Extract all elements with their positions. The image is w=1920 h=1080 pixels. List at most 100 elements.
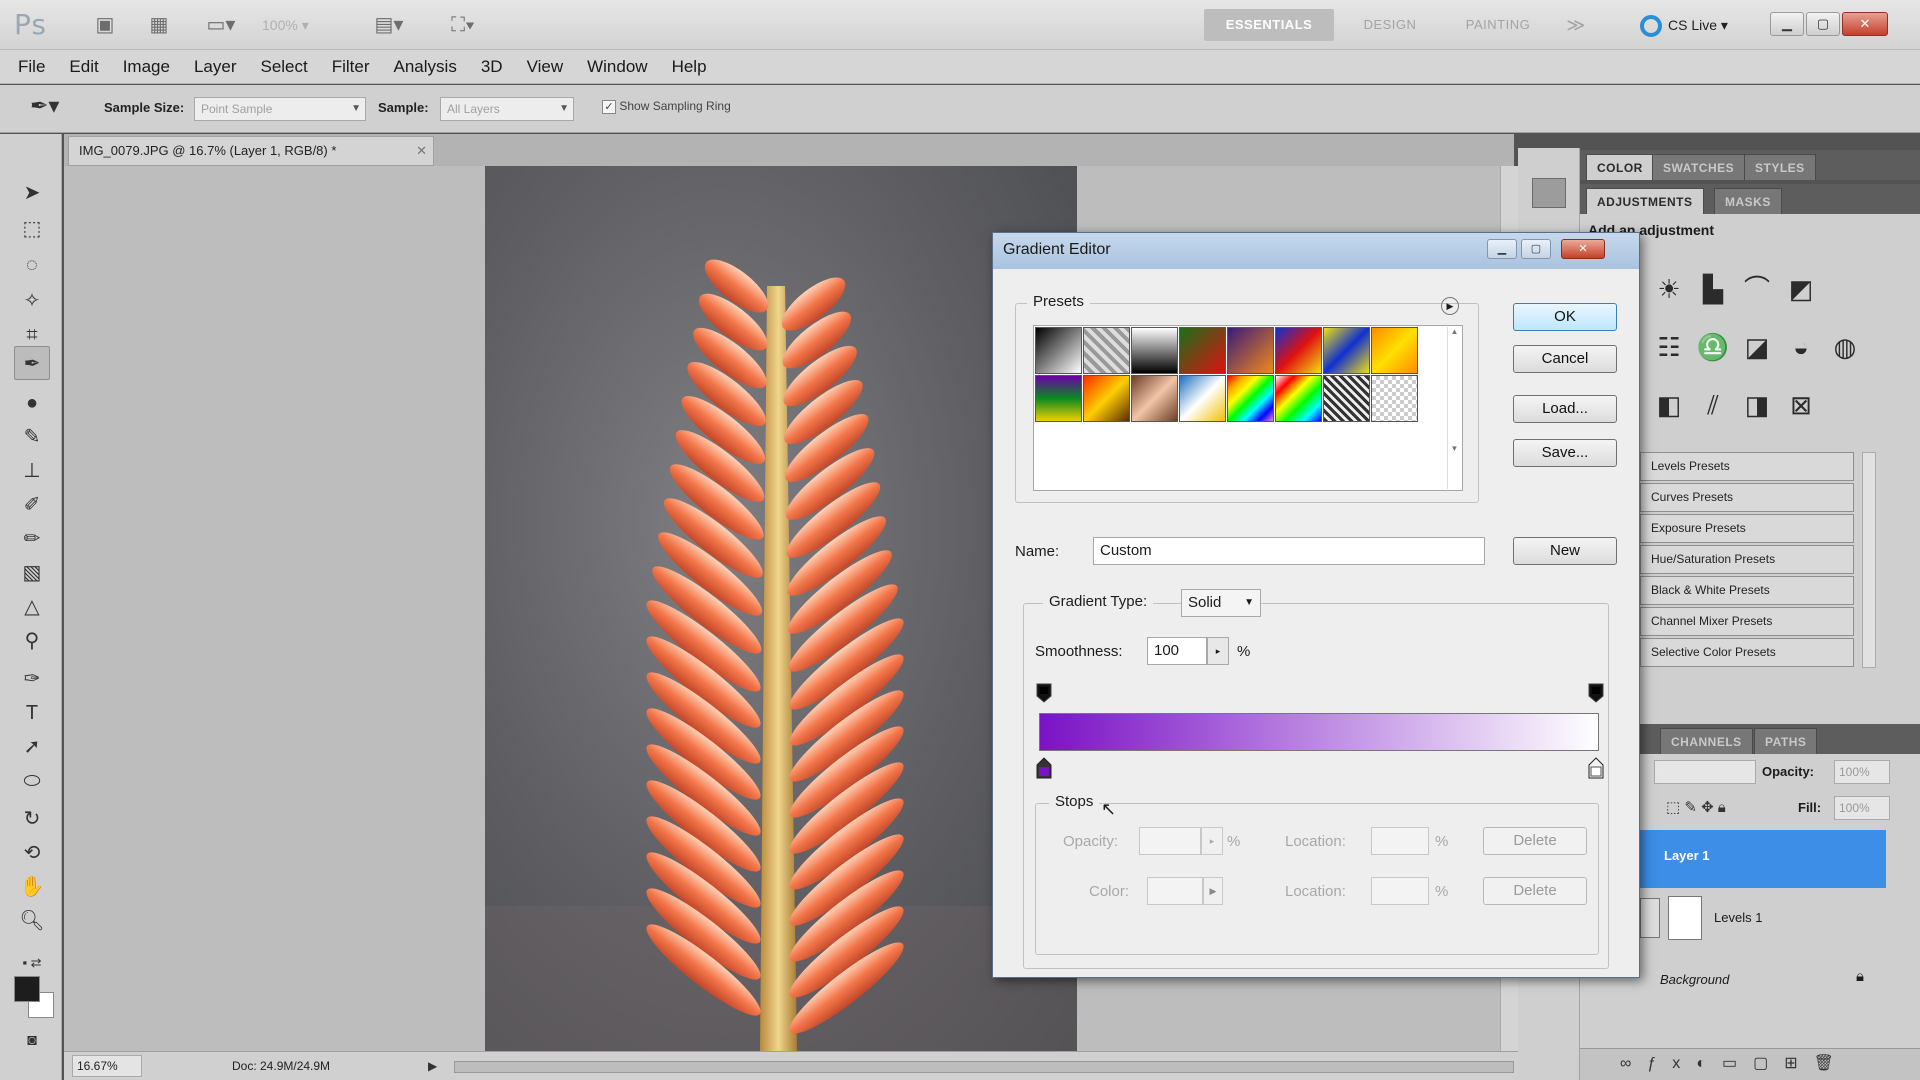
dialog-maximize-button[interactable]: ▢ (1521, 239, 1551, 259)
stop-opacity-field[interactable] (1139, 827, 1201, 855)
color-location-field[interactable] (1371, 877, 1429, 905)
preset-gradient-swatch[interactable] (1083, 375, 1130, 422)
menu-3d[interactable]: 3D (469, 50, 515, 84)
exposure-icon[interactable]: ◩ (1782, 270, 1820, 308)
dialog-close-button[interactable]: ✕ (1561, 239, 1605, 259)
presets-menu-icon[interactable]: ▶ (1441, 297, 1459, 315)
preset-gradient-swatch[interactable] (1275, 327, 1322, 374)
horizontal-scrollbar[interactable] (454, 1061, 1514, 1073)
layer-row-layer-1[interactable]: Layer 1 (1640, 830, 1886, 888)
smoothness-field[interactable]: 100 (1147, 637, 1207, 665)
menu-edit[interactable]: Edit (57, 50, 110, 84)
show-sampling-ring-option[interactable]: ✓ Show Sampling Ring (602, 99, 731, 114)
preset-gradient-swatch[interactable] (1035, 327, 1082, 374)
gradient-type-select[interactable]: Solid ▼ (1181, 589, 1261, 617)
tab-swatches[interactable]: SWATCHES (1652, 154, 1746, 180)
preset-gradient-swatch[interactable] (1179, 375, 1226, 422)
move-tool-icon[interactable]: ➤ (14, 176, 50, 210)
posterize-icon[interactable]: ⫽ (1694, 386, 1732, 424)
eraser-tool-icon[interactable]: ✏ (14, 522, 50, 556)
quick-selection-tool-icon[interactable]: ✧ (14, 284, 50, 318)
layer-row-levels-1[interactable]: Levels 1 (1640, 890, 1886, 948)
tab-styles[interactable]: STYLES (1744, 154, 1816, 180)
hue-saturation-icon[interactable]: ♎ (1694, 328, 1732, 366)
tab-color[interactable]: COLOR (1586, 154, 1654, 180)
preset-gradient-swatch[interactable] (1371, 375, 1418, 422)
show-sampling-ring-checkbox[interactable]: ✓ (602, 99, 616, 114)
vibrance-icon[interactable]: ☷ (1650, 328, 1688, 366)
gradient-tool-icon[interactable]: ▧ (14, 556, 50, 590)
brush-tool-icon[interactable]: ✎ (14, 420, 50, 454)
maximize-button[interactable]: ▢ (1806, 12, 1840, 36)
lasso-tool-icon[interactable]: ◌ (14, 248, 50, 282)
preset-gradient-swatch[interactable] (1323, 327, 1370, 374)
tab-paths[interactable]: PATHS (1754, 728, 1818, 754)
default-colors-icon[interactable]: ▪ ⇄ (14, 946, 50, 980)
zoom-percent-field[interactable]: 16.67% (72, 1055, 142, 1077)
workspace-design[interactable]: DESIGN (1348, 9, 1432, 41)
menu-help[interactable]: Help (660, 50, 719, 84)
sample-size-select[interactable]: Point Sample ▼ (194, 97, 366, 121)
blend-mode-select[interactable] (1654, 760, 1756, 784)
tab-masks[interactable]: MASKS (1714, 188, 1782, 214)
opacity-stop-right[interactable] (1588, 683, 1604, 703)
opacity-location-field[interactable] (1371, 827, 1429, 855)
preset-gradient-swatch[interactable] (1179, 327, 1226, 374)
preset-curves[interactable]: Curves Presets (1640, 483, 1854, 512)
dialog-minimize-button[interactable]: ▁ (1487, 239, 1517, 259)
lock-icons[interactable]: ⬚ ✎ ✥ 🔒︎ (1666, 798, 1726, 816)
workspace-painting[interactable]: PAINTING (1446, 9, 1550, 41)
zoom-level-select[interactable]: 100% ▾ (262, 13, 342, 37)
preset-hue-saturation[interactable]: Hue/Saturation Presets (1640, 545, 1854, 574)
pen-tool-icon[interactable]: ✑ (14, 662, 50, 696)
marquee-tool-icon[interactable]: ⬚ (14, 212, 50, 246)
minimize-button[interactable]: ▁ (1770, 12, 1804, 36)
fill-field[interactable]: 100% (1834, 796, 1890, 820)
path-selection-tool-icon[interactable]: ➚ (14, 730, 50, 764)
preset-gradient-swatch[interactable] (1371, 327, 1418, 374)
photo-canvas[interactable] (485, 166, 1077, 1051)
color-stop-left[interactable] (1036, 757, 1052, 779)
sample-select[interactable]: All Layers ▼ (440, 97, 574, 121)
status-menu-arrow-icon[interactable]: ▶ (428, 1052, 437, 1080)
smoothness-dropdown-icon[interactable]: ▸ (1207, 637, 1229, 665)
tab-channels[interactable]: CHANNELS (1660, 728, 1753, 754)
channel-mixer-icon[interactable]: ◍ (1826, 328, 1864, 366)
black-white-icon[interactable]: ◪ (1738, 328, 1776, 366)
gradient-preview-bar[interactable] (1039, 713, 1599, 751)
menu-layer[interactable]: Layer (182, 50, 249, 84)
preset-levels[interactable]: Levels Presets (1640, 452, 1854, 481)
load-button[interactable]: Load... (1513, 395, 1617, 423)
menu-filter[interactable]: Filter (320, 50, 382, 84)
menu-file[interactable]: File (6, 50, 57, 84)
cancel-button[interactable]: Cancel (1513, 345, 1617, 373)
spot-healing-tool-icon[interactable]: ● (14, 386, 50, 420)
type-tool-icon[interactable]: T (14, 696, 50, 730)
preset-gradient-swatch[interactable] (1323, 375, 1370, 422)
stop-color-swatch[interactable] (1147, 877, 1203, 905)
opacity-field[interactable]: 100% (1834, 760, 1890, 784)
mini-bridge-icon[interactable]: ▦ (144, 12, 174, 38)
menu-analysis[interactable]: Analysis (382, 50, 469, 84)
shape-tool-icon[interactable]: ⬭ (14, 764, 50, 798)
menu-view[interactable]: View (515, 50, 576, 84)
invert-icon[interactable]: ◧ (1650, 386, 1688, 424)
zoom-tool-icon[interactable]: 🔍︎ (14, 904, 50, 938)
foreground-color-swatch[interactable] (14, 976, 40, 1002)
stop-opacity-dropdown-icon[interactable]: ▸ (1201, 827, 1223, 855)
3d-rotate-tool-icon[interactable]: ↻ (14, 802, 50, 836)
color-stop-right[interactable] (1588, 757, 1604, 779)
stop-color-menu-icon[interactable]: ▶ (1203, 877, 1223, 905)
layer-row-background[interactable]: Background 🔒︎ (1640, 950, 1886, 1008)
workspace-essentials[interactable]: ESSENTIALS (1204, 9, 1334, 41)
menu-select[interactable]: Select (248, 50, 319, 84)
opacity-stop-left[interactable] (1036, 683, 1052, 703)
menu-window[interactable]: Window (575, 50, 659, 84)
quick-mask-icon[interactable]: ◙ (14, 1024, 50, 1058)
3d-orbit-tool-icon[interactable]: ⟲ (14, 836, 50, 870)
preset-exposure[interactable]: Exposure Presets (1640, 514, 1854, 543)
presets-scrollbar[interactable]: ▲ ▼ (1447, 327, 1461, 489)
preset-gradient-swatch[interactable] (1131, 375, 1178, 422)
preset-gradient-swatch[interactable] (1275, 375, 1322, 422)
blur-tool-icon[interactable]: △ (14, 590, 50, 624)
